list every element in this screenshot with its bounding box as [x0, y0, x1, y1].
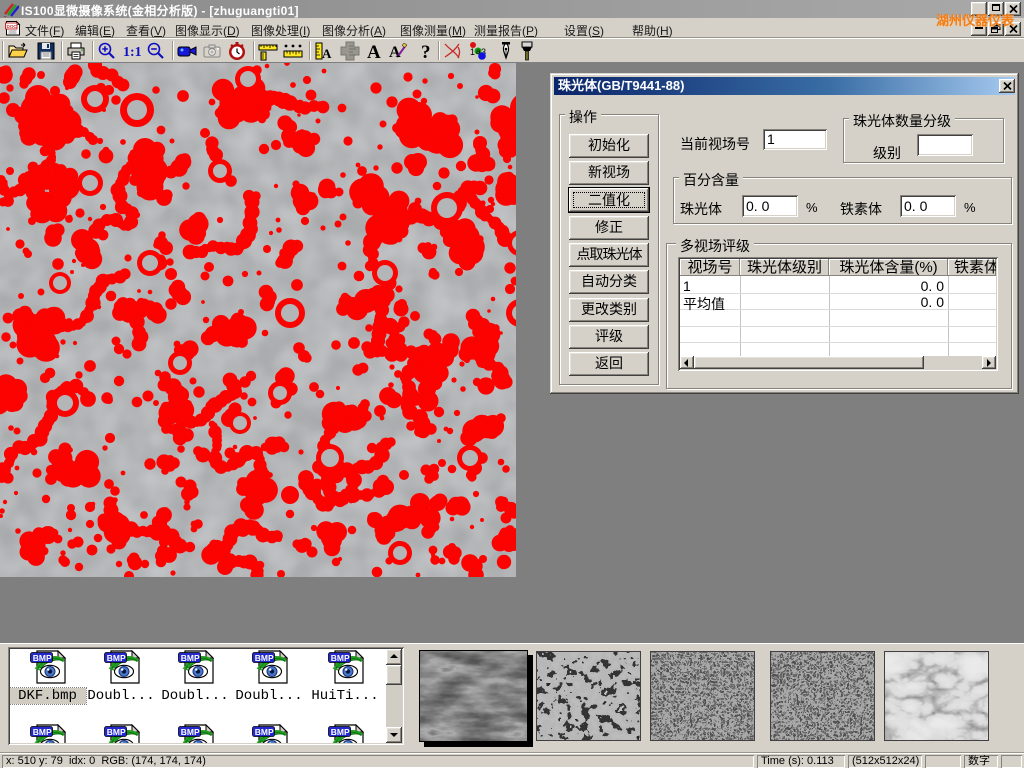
svg-text:BMP: BMP	[181, 653, 200, 663]
svg-text:A: A	[322, 46, 332, 61]
svg-text:?: ?	[421, 42, 431, 61]
svg-text:1:1: 1:1	[123, 45, 142, 60]
svg-text:BMP: BMP	[255, 727, 274, 737]
svg-text:BMP: BMP	[33, 727, 52, 737]
svg-text:BMP: BMP	[33, 653, 52, 663]
svg-text:BMP: BMP	[107, 653, 126, 663]
svg-text:A: A	[367, 42, 381, 61]
svg-text:BMP: BMP	[181, 727, 200, 737]
svg-text:BMP: BMP	[331, 653, 350, 663]
svg-text:BMP: BMP	[107, 727, 126, 737]
svg-text:1: 1	[470, 47, 475, 57]
svg-text:A: A	[389, 44, 401, 61]
svg-text:DOC: DOC	[7, 24, 18, 29]
svg-text:BMP: BMP	[255, 653, 274, 663]
svg-text:BMP: BMP	[331, 727, 350, 737]
